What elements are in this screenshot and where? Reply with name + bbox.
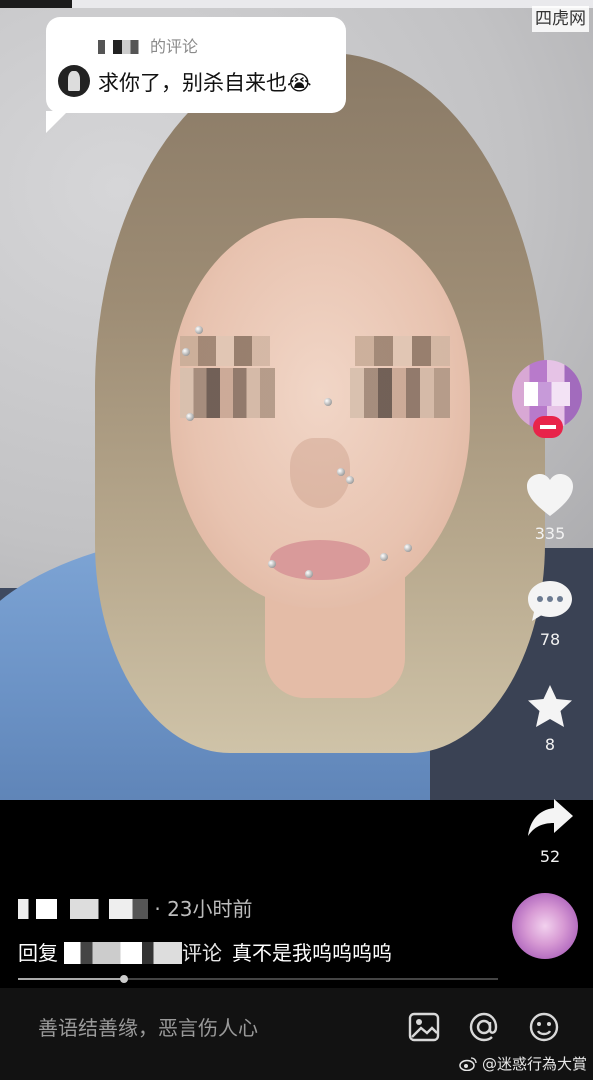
redacted-username (92, 40, 150, 54)
emoji-icon[interactable] (527, 1010, 561, 1044)
redacted-reply-target (64, 942, 182, 964)
site-watermark: 四虎网 (532, 6, 589, 32)
post-time: · 23小时前 (154, 897, 253, 921)
comment-input-bar: 善语结善缘，恶言伤人心 @迷惑行為大賞 (0, 988, 593, 1080)
share-count: 52 (539, 847, 561, 866)
quoted-comment-title: 的评论 (92, 33, 198, 57)
author-line: · 23小时前 (18, 893, 253, 922)
video-frame[interactable] (0, 8, 593, 800)
comment-count: 78 (539, 630, 561, 649)
share-button[interactable]: 52 (522, 795, 578, 866)
at-icon[interactable] (467, 1010, 501, 1044)
favorite-count: 8 (544, 735, 556, 754)
star-icon (528, 685, 572, 727)
weibo-icon (459, 1057, 477, 1072)
commenter-avatar (58, 65, 90, 97)
redacted-author-name[interactable] (18, 899, 148, 919)
favorite-button[interactable]: 8 (522, 683, 578, 754)
quoted-comment-text: 求你了，别杀自来也😭 (98, 71, 312, 95)
reply-text: 真不是我呜呜呜呜 (232, 941, 392, 965)
image-icon[interactable] (407, 1010, 441, 1044)
bottom-watermark: @迷惑行為大賞 (459, 1053, 587, 1074)
status-strip (0, 0, 593, 8)
comment-button[interactable]: 78 (522, 578, 578, 649)
quoted-comment-bubble: 的评论 求你了，别杀自来也😭 (46, 17, 346, 133)
music-disc[interactable] (512, 893, 578, 959)
like-count: 335 (534, 524, 566, 543)
reply-prefix: 回复 (18, 941, 58, 965)
caption-text: 回复 评论 真不是我呜呜呜呜 (18, 937, 392, 966)
video-progress-bar[interactable] (18, 975, 498, 983)
follow-button[interactable] (533, 416, 563, 438)
progress-knob[interactable] (119, 975, 128, 983)
share-icon (528, 799, 573, 836)
comment-input[interactable]: 善语结善缘，恶言伤人心 (38, 1012, 258, 1041)
comment-icon (528, 581, 572, 621)
reply-mention-suffix[interactable]: 评论 (182, 941, 222, 965)
progress-fill (18, 978, 124, 980)
heart-icon (527, 474, 573, 516)
like-button[interactable]: 335 (522, 472, 578, 543)
watermark-text: @迷惑行為大賞 (481, 1055, 587, 1073)
